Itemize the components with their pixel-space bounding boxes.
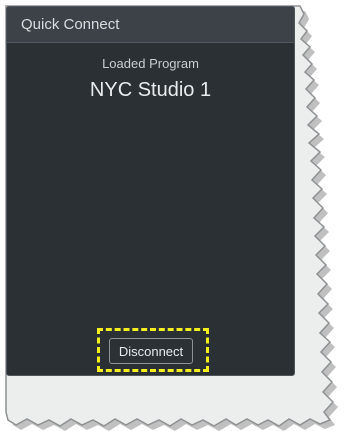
screenshot-canvas: Quick Connect Loaded Program NYC Studio … [0, 0, 359, 431]
disconnect-button[interactable]: Disconnect [109, 338, 193, 364]
quick-connect-panel: Quick Connect Loaded Program NYC Studio … [6, 6, 295, 376]
panel-header: Quick Connect [7, 7, 294, 43]
panel-title: Quick Connect [21, 16, 120, 33]
loaded-program-label: Loaded Program [102, 56, 199, 71]
loaded-program-name: NYC Studio 1 [89, 79, 212, 101]
